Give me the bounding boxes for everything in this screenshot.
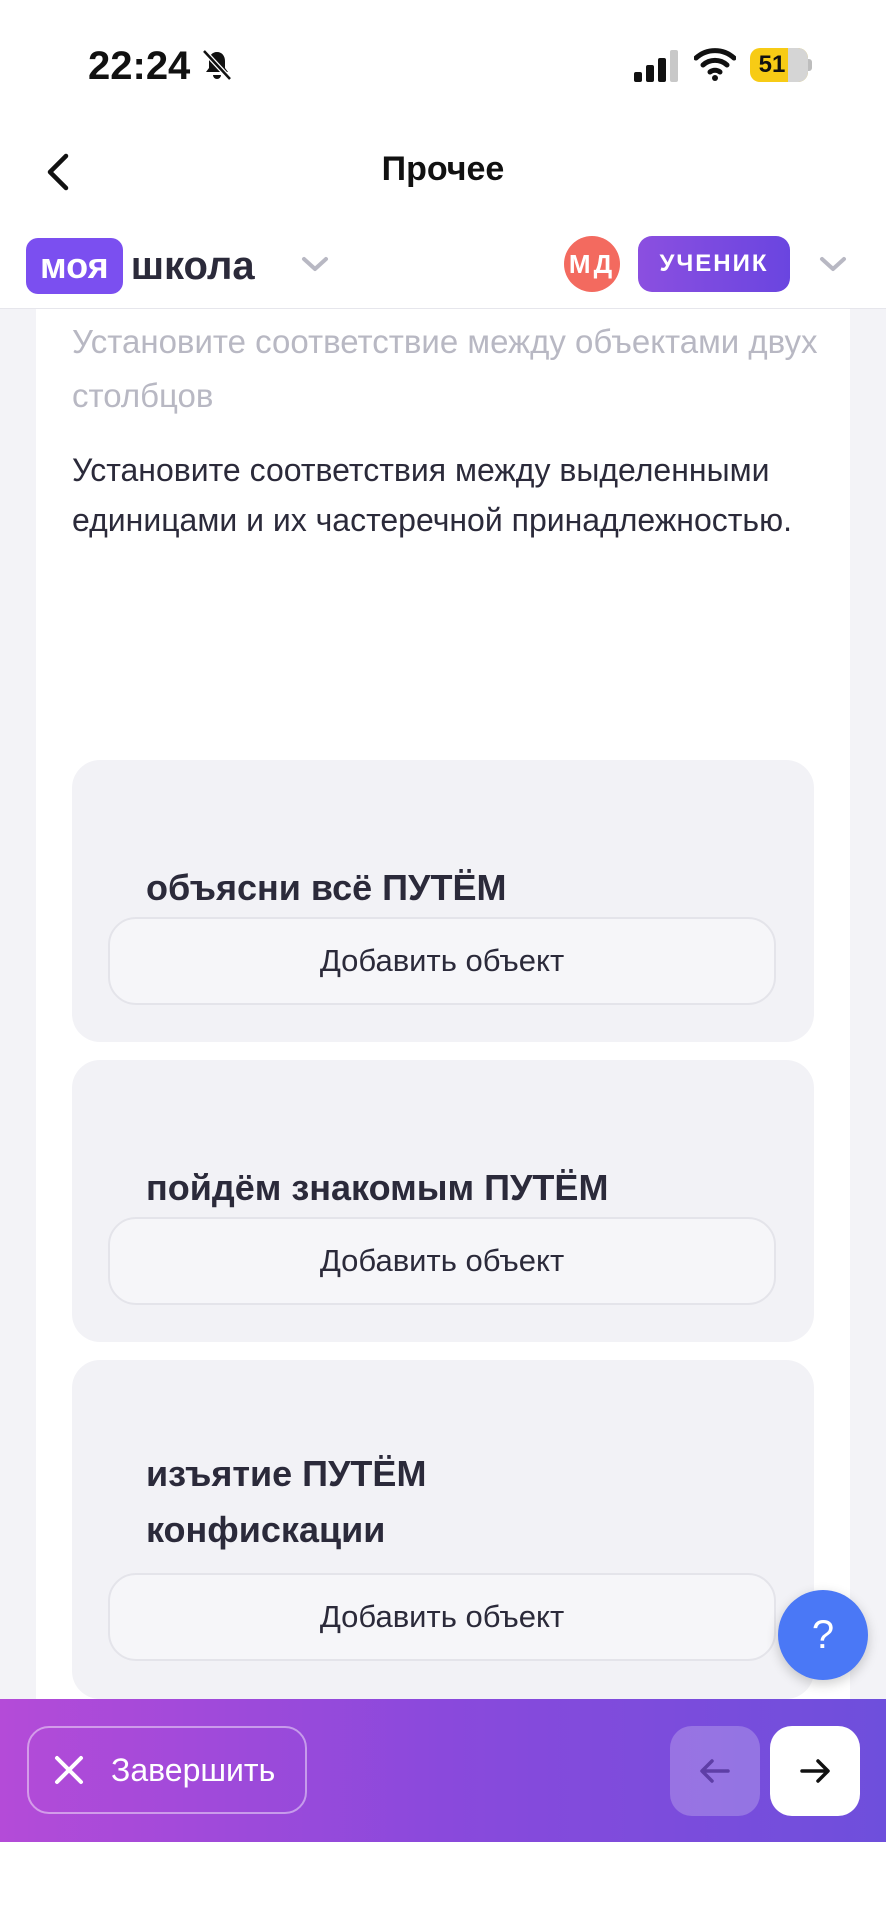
- wifi-icon: [694, 48, 736, 81]
- task-type: Установите соответствие между объектами …: [72, 323, 818, 414]
- add-object-button[interactable]: Добавить объект: [108, 1573, 776, 1661]
- page-title: Прочее: [381, 150, 505, 188]
- role-badge[interactable]: УЧЕНИК: [638, 236, 790, 292]
- match-item-label: объясни всё ПУТЁМ: [146, 867, 507, 908]
- finish-button[interactable]: Завершить: [27, 1726, 307, 1814]
- logo-badge: моя: [26, 238, 123, 294]
- add-object-button[interactable]: Добавить объект: [108, 917, 776, 1005]
- chevron-down-icon[interactable]: [816, 252, 850, 276]
- chevron-down-icon[interactable]: [298, 252, 332, 276]
- add-object-button[interactable]: Добавить объект: [108, 1217, 776, 1305]
- battery-icon: 51: [750, 48, 808, 82]
- bell-slash-icon: [202, 49, 232, 81]
- match-item: объясни всё ПУТЁМ Добавить объект: [72, 760, 814, 1042]
- task-content: Установите соответствие между объектами …: [0, 309, 886, 1699]
- help-button[interactable]: ?: [778, 1590, 868, 1680]
- task-instructions: Установите соответствия между выделенным…: [72, 452, 792, 538]
- logo-word: школа: [130, 243, 255, 288]
- arrow-right-icon: [800, 1759, 830, 1783]
- home-indicator-area: [0, 1842, 886, 1920]
- arrow-left-icon: [700, 1759, 730, 1783]
- match-item: изъятие ПУТЁМ конфискации Добавить объек…: [72, 1360, 814, 1699]
- task-card: Установите соответствие между объектами …: [36, 309, 850, 1699]
- match-item-label: изъятие ПУТЁМ конфискации: [146, 1453, 427, 1550]
- close-icon: [55, 1756, 83, 1784]
- match-item-label: пойдём знакомым ПУТЁМ: [146, 1167, 609, 1208]
- brand-logo[interactable]: моя школа: [26, 236, 255, 296]
- status-time: 22:24: [88, 44, 191, 88]
- previous-button[interactable]: [670, 1726, 760, 1816]
- battery-level: 51: [758, 51, 786, 78]
- bottom-navigation-bar: Завершить: [0, 1699, 886, 1842]
- app-header: моя школа МД УЧЕНИК: [0, 228, 886, 309]
- finish-label: Завершить: [111, 1752, 276, 1788]
- next-button[interactable]: [770, 1726, 860, 1816]
- avatar[interactable]: МД: [564, 236, 620, 292]
- signal-icon: [634, 50, 678, 82]
- match-item: пойдём знакомым ПУТЁМ Добавить объект: [72, 1060, 814, 1342]
- status-bar: 22:24 51: [0, 0, 886, 130]
- battery-tip: [808, 59, 812, 71]
